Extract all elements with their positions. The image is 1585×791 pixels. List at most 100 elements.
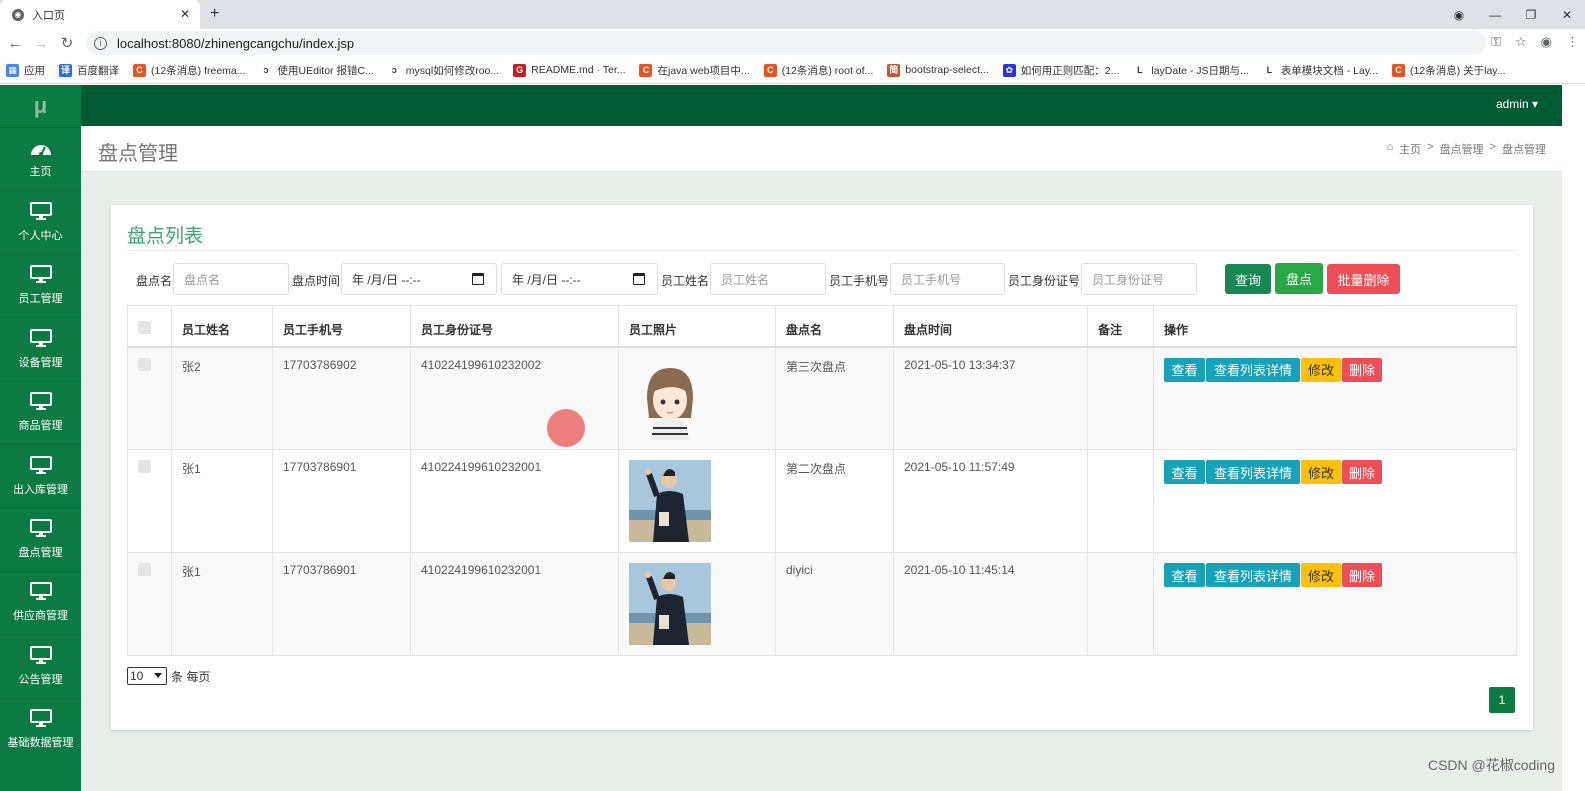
sidebar-item[interactable]: 基础数据管理 — [0, 697, 81, 761]
calendar-icon[interactable] — [472, 273, 484, 285]
check-button[interactable]: 盘点 — [1275, 263, 1323, 294]
row-checkbox[interactable] — [138, 563, 151, 576]
employee-name-input[interactable]: 员工姓名 — [710, 263, 826, 295]
close-window-icon[interactable]: ✕ — [1549, 8, 1585, 22]
view-button[interactable]: 查看 — [1164, 357, 1205, 382]
bookmark-label: (12条消息) root of... — [781, 64, 874, 77]
reload-icon[interactable]: ↻ — [56, 34, 78, 52]
forward-icon[interactable]: → — [30, 35, 52, 52]
view-detail-button[interactable]: 查看列表详情 — [1206, 357, 1300, 382]
bookmark-label: layDate - JS日期与... — [1151, 64, 1249, 77]
check-time-cell: 2021-05-10 11:45:14 — [893, 552, 1088, 656]
check-name-input[interactable]: 盘点名 — [173, 263, 289, 295]
browser-tab[interactable]: ◉ 入口页 ✕ — [0, 0, 200, 29]
date-from-input[interactable]: 年 /月/日 --:-- — [341, 263, 497, 295]
bookmark-favicon-icon: ✿ — [1002, 63, 1016, 77]
column-header: 操作 — [1153, 305, 1517, 348]
sidebar-item[interactable]: 公告管理 — [0, 634, 81, 697]
delete-button[interactable]: 删除 — [1342, 460, 1382, 484]
employee-name-label: 员工姓名 — [661, 274, 710, 288]
bookmark-item[interactable]: 简 bootstrap-select... — [887, 63, 989, 77]
monitor-icon — [29, 202, 52, 227]
calendar-icon[interactable] — [633, 273, 645, 285]
delete-button[interactable]: 删除 — [1342, 357, 1382, 382]
monitor-icon — [29, 328, 52, 354]
row-checkbox[interactable] — [138, 357, 151, 371]
sidebar-item[interactable]: 个人中心 — [0, 190, 81, 253]
page-number-button[interactable]: 1 — [1489, 687, 1515, 713]
edit-button[interactable]: 修改 — [1301, 460, 1341, 484]
key-icon[interactable]: ⚿ — [1491, 34, 1501, 50]
sidebar-item[interactable]: 盘点管理 — [0, 507, 81, 570]
view-button[interactable]: 查看 — [1164, 563, 1205, 587]
breadcrumb-current: 盘点管理 — [1502, 144, 1546, 156]
bookmark-item[interactable]: L 表单模块文档 - Lay... — [1263, 63, 1378, 78]
date-to-text: 年 /月/日 --:-- — [512, 272, 581, 287]
profile-dropdown-icon[interactable]: ◉ — [1441, 8, 1477, 22]
minimize-icon[interactable]: — — [1477, 8, 1513, 22]
bookmark-item[interactable]: ↄ mysql如何修改roo... — [388, 63, 499, 78]
bookmark-favicon-icon: ↄ — [391, 64, 397, 75]
bookmark-favicon-icon: C — [763, 63, 777, 77]
sidebar-item-label: 盘点管理 — [18, 547, 63, 560]
user-menu[interactable]: admin ▾ — [1496, 97, 1538, 111]
breadcrumb-separator: > — [1427, 141, 1434, 153]
query-button[interactable]: 查询 — [1225, 264, 1271, 294]
bookmark-item[interactable]: C (12条消息) root of... — [763, 63, 874, 78]
batch-delete-button[interactable]: 批量删除 — [1327, 264, 1400, 294]
bookmark-label: mysql如何修改roo... — [405, 64, 500, 77]
new-tab-icon[interactable]: + — [210, 5, 219, 23]
row-checkbox[interactable] — [138, 460, 151, 473]
scrollbar[interactable] — [1562, 85, 1585, 791]
monitor-icon — [29, 709, 52, 734]
close-tab-icon[interactable]: ✕ — [180, 7, 190, 21]
bookmark-item[interactable]: C (12条消息) freema... — [133, 63, 246, 78]
employee-phone-cell: 17703786902 — [272, 346, 411, 450]
employee-phone-input[interactable]: 员工手机号 — [890, 263, 1005, 295]
bookmark-item[interactable]: C 在java web项目中... — [639, 63, 750, 78]
restore-icon[interactable]: ❐ — [1513, 8, 1549, 22]
breadcrumb-home[interactable]: 主页 — [1399, 141, 1421, 157]
dashboard-icon — [30, 140, 52, 163]
bookmark-label: 在java web项目中... — [657, 64, 750, 77]
sidebar-item[interactable]: 设备管理 — [0, 317, 81, 380]
bookmark-item[interactable]: C (12条消息) 关于lay... — [1392, 63, 1506, 78]
select-all-checkbox[interactable] — [138, 321, 151, 334]
employee-idcard-cell: 410224199610232001 — [410, 449, 619, 553]
bookmark-label: 使用UEditor 报错C... — [277, 64, 374, 77]
menu-icon[interactable]: ⋮ — [1566, 34, 1579, 50]
monitor-icon — [29, 265, 52, 290]
breadcrumb-section[interactable]: 盘点管理 — [1440, 141, 1484, 157]
edit-button[interactable]: 修改 — [1301, 357, 1341, 382]
bookmark-item[interactable]: ✿ 如何用正则匹配：2... — [1002, 63, 1119, 78]
view-button[interactable]: 查看 — [1164, 460, 1205, 484]
bookmark-item[interactable]: ▦ 应用 — [6, 63, 45, 78]
bookmark-item[interactable]: 译百度翻译 — [59, 63, 119, 78]
divider — [127, 250, 1517, 251]
bookmark-item[interactable]: G README.md · Ter... — [513, 63, 625, 77]
star-icon[interactable]: ☆ — [1515, 34, 1527, 50]
bookmark-item[interactable]: ↄ 使用UEditor 报错C... — [260, 63, 374, 78]
sidebar-item[interactable]: 供应商管理 — [0, 570, 81, 634]
employee-photo — [629, 563, 711, 648]
globe-icon: ◉ — [12, 8, 24, 21]
bookmark-item[interactable]: LlayDate - JS日期与... — [1133, 63, 1249, 78]
sidebar-item[interactable]: 员工管理 — [0, 253, 81, 317]
view-detail-button[interactable]: 查看列表详情 — [1206, 460, 1300, 484]
account-icon[interactable]: ◉ — [1541, 34, 1552, 50]
column-header: 员工姓名 — [171, 305, 273, 348]
view-detail-button[interactable]: 查看列表详情 — [1206, 563, 1300, 587]
edit-button[interactable]: 修改 — [1301, 563, 1341, 587]
site-info-icon[interactable]: i — [94, 36, 107, 50]
bookmark-favicon-icon: ↄ — [263, 64, 269, 75]
url-field[interactable]: i localhost:8080/zhinengcangchu/index.js… — [86, 31, 1486, 55]
sidebar-item[interactable]: 主页 — [0, 127, 81, 190]
sidebar-item[interactable]: 出入库管理 — [0, 443, 81, 507]
monitor-icon — [29, 645, 52, 671]
employee-idcard-input[interactable]: 员工身份证号 — [1081, 263, 1197, 295]
back-icon[interactable]: ← — [4, 35, 26, 52]
sidebar-item[interactable]: 商品管理 — [0, 380, 81, 444]
page-size-select[interactable]: 10 — [127, 667, 167, 685]
delete-button[interactable]: 删除 — [1342, 563, 1382, 587]
date-to-input[interactable]: 年 /月/日 --:-- — [501, 263, 658, 295]
